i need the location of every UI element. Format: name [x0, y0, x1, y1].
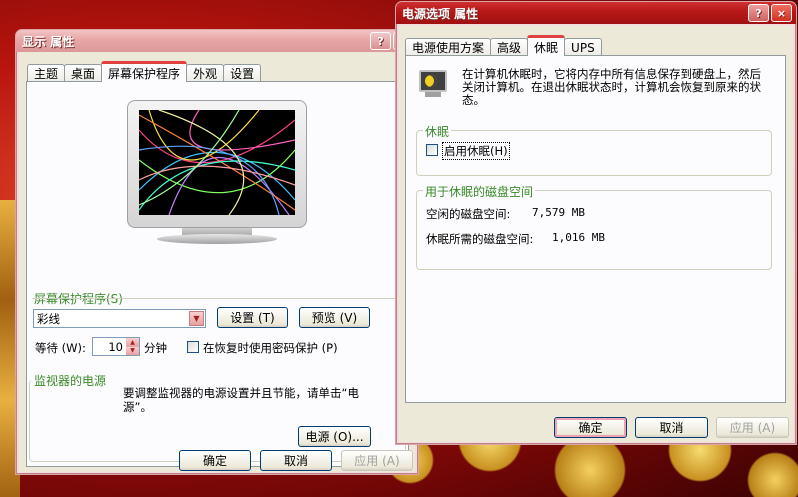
free-space-label: 空闲的磁盘空间:	[426, 207, 511, 221]
screensaver-settings-button[interactable]: 设置 (T)	[217, 307, 288, 328]
tab-ups[interactable]: UPS	[564, 38, 602, 56]
hibernate-group-title: 休眠	[423, 123, 452, 140]
colored-lines-art	[139, 110, 295, 215]
power-options-titlebar[interactable]: 电源选项 属性 ? ×	[396, 2, 796, 24]
display-properties-titlebar[interactable]: 显示 属性 ? ×	[16, 30, 418, 52]
wait-unit-label: 分钟	[144, 341, 167, 355]
screensaver-panel: 屏幕保护程序(S) 彩线 ▼ 设置 (T) 预览 (V) 等待 (W): 10 …	[26, 81, 409, 467]
window-title: 电源选项 属性	[402, 6, 479, 21]
spin-up-icon[interactable]: ▲	[126, 338, 139, 347]
wait-value[interactable]: 10	[93, 340, 126, 354]
hibernate-panel: 在计算机休眠时，它将内存中所有信息保存到硬盘上，然后关闭计算机。在退出休眠状态时…	[405, 55, 786, 403]
display-apply-button: 应用 (A)	[341, 450, 413, 471]
enable-hibernate-label[interactable]: 启用休眠(H)	[442, 142, 510, 160]
power-button[interactable]: 电源 (O)...	[298, 426, 371, 447]
screensaver-select-value: 彩线	[37, 311, 60, 326]
display-properties-window: 显示 属性 ? × 主题 桌面 屏幕保护程序 外观 设置	[15, 29, 419, 475]
disk-space-group-title: 用于休眠的磁盘空间	[423, 183, 536, 200]
screensaver-preview-button[interactable]: 预览 (V)	[299, 307, 370, 328]
display-cancel-button[interactable]: 取消	[260, 450, 332, 471]
tab-themes[interactable]: 主题	[27, 64, 66, 82]
password-checkbox[interactable]	[187, 341, 199, 353]
enable-hibernate-checkbox[interactable]	[426, 144, 438, 156]
help-button[interactable]: ?	[748, 4, 769, 22]
tab-hibernate[interactable]: 休眠	[527, 35, 566, 56]
power-cancel-button[interactable]: 取消	[635, 417, 708, 438]
monitor-preview	[127, 100, 307, 250]
help-button[interactable]: ?	[370, 32, 391, 50]
hibernate-computer-icon	[419, 70, 449, 98]
display-ok-button[interactable]: 确定	[179, 450, 251, 471]
tab-desktop[interactable]: 桌面	[64, 64, 103, 82]
disk-space-group: 用于休眠的磁盘空间	[416, 183, 772, 270]
wait-label: 等待 (W):	[35, 341, 86, 355]
tab-screensaver[interactable]: 屏幕保护程序	[101, 61, 188, 82]
tab-settings[interactable]: 设置	[223, 64, 262, 82]
monitor-power-text: 要调整监视器的电源设置并且节能，请单击“电源”。	[123, 386, 359, 414]
screensaver-select[interactable]: 彩线 ▼	[33, 309, 206, 328]
free-space-value: 7,579 MB	[532, 206, 585, 219]
window-title: 显示 属性	[22, 34, 75, 49]
tab-advanced[interactable]: 高级	[490, 38, 529, 56]
spin-down-icon[interactable]: ▼	[126, 346, 139, 355]
display-tabs: 主题 桌面 屏幕保护程序 外观 设置	[27, 61, 262, 82]
required-space-label: 休眠所需的磁盘空间:	[426, 232, 534, 246]
tab-appearance[interactable]: 外观	[186, 64, 225, 82]
password-checkbox-label[interactable]: 在恢复时使用密码保护 (P)	[203, 340, 338, 356]
power-apply-button: 应用 (A)	[716, 417, 789, 438]
tab-power-schemes[interactable]: 电源使用方案	[405, 38, 492, 56]
hibernate-description: 在计算机休眠时，它将内存中所有信息保存到硬盘上，然后关闭计算机。在退出休眠状态时…	[462, 67, 761, 107]
power-ok-button[interactable]: 确定	[554, 417, 627, 438]
wait-spinner[interactable]: 10 ▲ ▼	[92, 337, 140, 356]
power-options-window: 电源选项 属性 ? × 电源使用方案 高级 休眠 UPS 在计算机休眠时，它将内…	[395, 1, 797, 445]
required-space-value: 1,016 MB	[552, 231, 605, 244]
screensaver-preview-screen	[139, 110, 295, 215]
close-button[interactable]: ×	[771, 4, 792, 22]
power-tabs: 电源使用方案 高级 休眠 UPS	[405, 35, 602, 56]
chevron-down-icon[interactable]: ▼	[189, 311, 204, 326]
